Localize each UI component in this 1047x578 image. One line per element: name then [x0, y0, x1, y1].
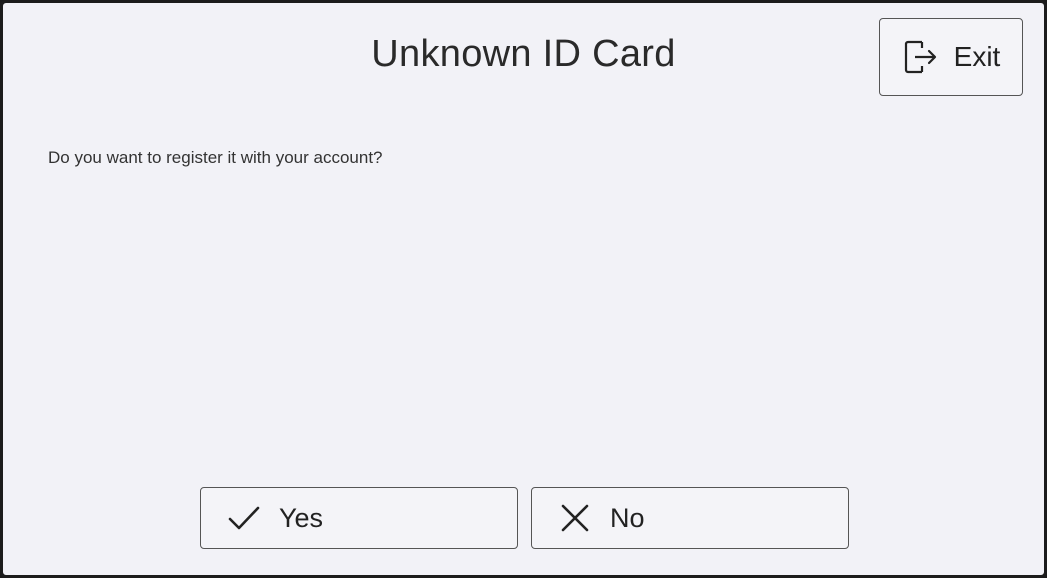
yes-button[interactable]: Yes — [200, 487, 518, 549]
exit-icon — [902, 37, 940, 77]
exit-button[interactable]: Exit — [879, 18, 1023, 96]
yes-label: Yes — [279, 502, 324, 533]
no-button[interactable]: No — [531, 487, 849, 549]
dialog-screen: Unknown ID Card Exit Do you want to regi… — [0, 0, 1047, 578]
close-icon — [558, 501, 592, 535]
exit-label: Exit — [953, 41, 1001, 72]
checkmark-icon — [227, 501, 261, 535]
dialog-prompt: Do you want to register it with your acc… — [48, 148, 383, 167]
no-label: No — [610, 502, 645, 533]
